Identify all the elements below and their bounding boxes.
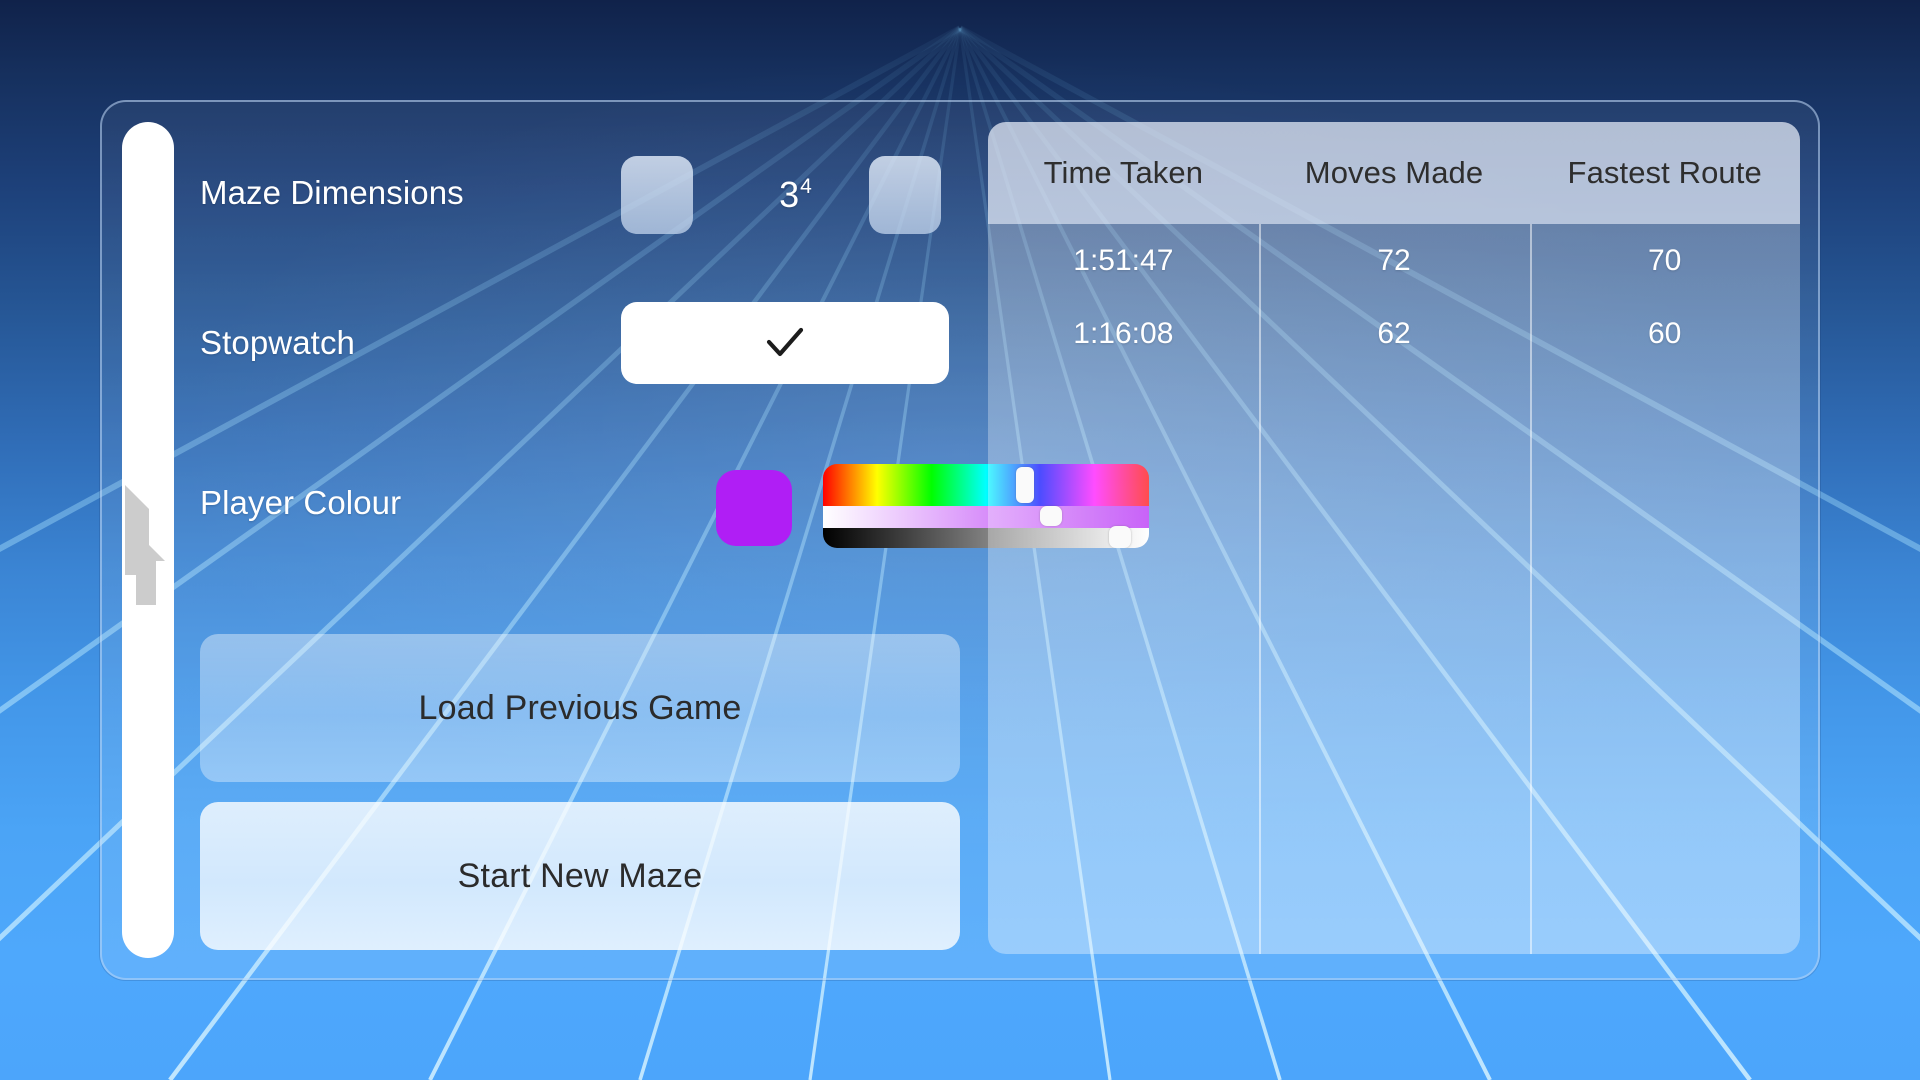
maze-dimensions-value: 34 (721, 152, 869, 238)
setting-row-stopwatch: Stopwatch (200, 302, 972, 388)
scoreboard-column-moves-made: Moves Made (1304, 155, 1484, 190)
scoreboard-column-time-taken: Time Taken (1043, 155, 1204, 190)
stopwatch-label: Stopwatch (200, 324, 355, 361)
maze-dimensions-base: 3 (779, 174, 800, 215)
scoreboard-cell-time-taken: 1:51:47 (1073, 243, 1174, 277)
scoreboard-cell-moves-made: 62 (1377, 316, 1411, 350)
start-new-maze-button[interactable]: Start New Maze (200, 802, 960, 950)
scoreboard-header-row: Time Taken Moves Made Fastest Route (988, 122, 1800, 224)
maze-dimensions-label: Maze Dimensions (200, 174, 464, 211)
scoreboard-row[interactable]: 1:51:47 72 70 (988, 224, 1800, 297)
settings-column: Maze Dimensions 34 Stopwatch Player Colo… (200, 120, 1149, 960)
setting-row-player-colour: Player Colour (200, 452, 1149, 562)
scoreboard-card: Time Taken Moves Made Fastest Route 1:51… (988, 122, 1800, 954)
scoreboard-column-fastest-route: Fastest Route (1567, 155, 1762, 190)
maze-dimensions-exponent: 4 (800, 174, 812, 198)
setting-row-maze-dimensions: Maze Dimensions 34 (200, 152, 972, 238)
player-colour-label: Player Colour (200, 484, 402, 521)
maze-dimensions-decrease-button[interactable] (621, 156, 693, 234)
stopwatch-checkbox[interactable] (621, 302, 949, 384)
vertical-scrollbar[interactable] (122, 122, 174, 958)
maze-dimensions-increase-button[interactable] (869, 156, 941, 234)
player-colour-swatch[interactable] (716, 470, 792, 546)
app-root: Maze Dimensions 34 Stopwatch Player Colo… (0, 0, 1920, 1080)
scoreboard-cell-fastest-route: 60 (1647, 316, 1682, 350)
scoreboard-cell-moves-made: 72 (1377, 243, 1411, 277)
scoreboard-cell-time-taken: 1:16:08 (1073, 316, 1174, 350)
scoreboard-cell-fastest-route: 70 (1647, 243, 1682, 277)
check-icon (766, 327, 804, 357)
load-previous-game-button[interactable]: Load Previous Game (200, 634, 960, 782)
scoreboard-body: 1:51:47 72 70 1:16:08 62 60 (988, 224, 1800, 954)
scoreboard-row[interactable]: 1:16:08 62 60 (988, 297, 1800, 370)
